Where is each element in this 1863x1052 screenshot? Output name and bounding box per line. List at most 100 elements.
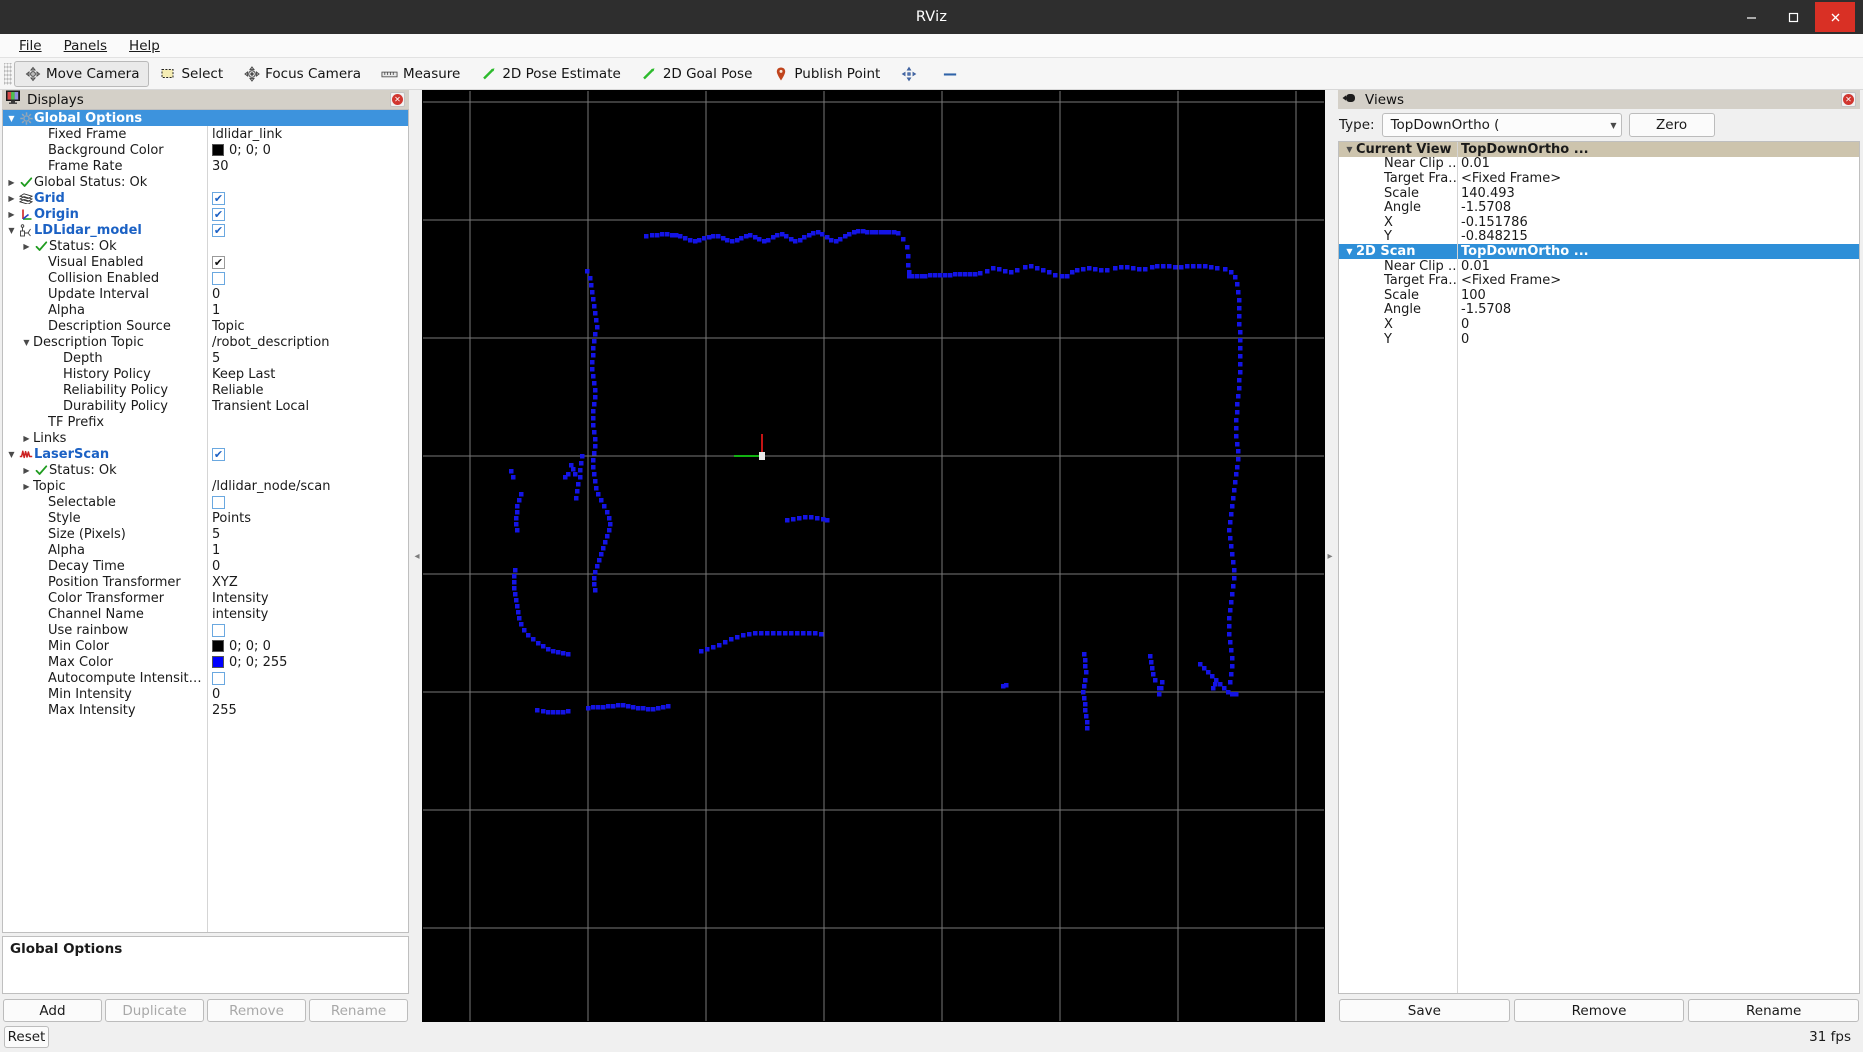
display-row[interactable]: Color Transformer Intensity xyxy=(3,590,408,606)
toolbar-drag-handle[interactable] xyxy=(4,62,12,85)
display-row-value[interactable]: /ldlidar_node/scan xyxy=(212,479,330,494)
display-row[interactable]: Decay Time 0 xyxy=(3,558,408,574)
tool-focus-camera[interactable]: Focus Camera xyxy=(233,61,371,87)
menu-panels[interactable]: Panels xyxy=(53,36,118,56)
display-row[interactable]: Description Source Topic xyxy=(3,318,408,334)
view-row[interactable]: X0 xyxy=(1339,317,1859,332)
display-row-value[interactable]: 255 xyxy=(212,703,237,718)
display-row[interactable]: Alpha 1 xyxy=(3,302,408,318)
display-row[interactable]: Selectable xyxy=(3,494,408,510)
display-row[interactable]: Reliability Policy Reliable xyxy=(3,382,408,398)
view-row-value[interactable]: 0 xyxy=(1457,332,1859,347)
display-row[interactable]: History Policy Keep Last xyxy=(3,366,408,382)
display-row-value[interactable]: /robot_description xyxy=(212,335,329,350)
display-row-value[interactable]: ldlidar_link xyxy=(212,127,282,142)
view-row[interactable]: Scale 140.493 xyxy=(1339,186,1859,201)
display-row[interactable]: Use rainbow xyxy=(3,622,408,638)
color-swatch[interactable] xyxy=(212,656,224,668)
view-row[interactable]: 2D Scan TopDownOrtho ... xyxy=(1339,244,1859,259)
display-row-value[interactable]: XYZ xyxy=(212,575,238,590)
view-row-value[interactable]: -1.5708 xyxy=(1457,302,1859,317)
chevron-down-icon[interactable] xyxy=(1343,247,1356,256)
display-row-value[interactable]: 0 xyxy=(212,287,220,302)
chevron-down-icon[interactable] xyxy=(5,114,18,123)
left-splitter-handle[interactable]: ◂ xyxy=(412,90,422,1022)
row-checkbox[interactable]: ✔ xyxy=(212,191,225,205)
close-button[interactable] xyxy=(1815,2,1855,32)
tool-2d-pose-estimate[interactable]: 2D Pose Estimate xyxy=(470,61,630,87)
zero-button[interactable]: Zero xyxy=(1628,113,1715,137)
view-row[interactable]: Target Fra… <Fixed Frame> xyxy=(1339,171,1859,186)
view-row[interactable]: Target Fra… <Fixed Frame> xyxy=(1339,273,1859,288)
duplicate-button[interactable]: Duplicate xyxy=(105,999,204,1022)
display-row[interactable]: Max Intensity 255 xyxy=(3,702,408,718)
chevron-down-icon[interactable] xyxy=(5,226,18,235)
views-close-panel-icon[interactable]: ✕ xyxy=(1841,92,1856,107)
display-row-value[interactable]: 30 xyxy=(212,159,229,174)
view-row[interactable]: Current View TopDownOrtho ... xyxy=(1339,142,1859,157)
chevron-right-icon[interactable] xyxy=(5,210,18,219)
display-row-value[interactable]: intensity xyxy=(212,607,268,622)
display-row[interactable]: Global Status: Ok xyxy=(3,174,408,190)
right-splitter-handle[interactable]: ▸ xyxy=(1325,90,1335,1022)
view-row-value[interactable]: <Fixed Frame> xyxy=(1457,273,1859,288)
display-row[interactable]: Update Interval 0 xyxy=(3,286,408,302)
display-row-value[interactable]: 1 xyxy=(212,303,220,318)
view-row[interactable]: Angle -1.5708 xyxy=(1339,302,1859,317)
view-row-value[interactable]: 100 xyxy=(1457,288,1859,303)
view-row-value[interactable]: 0.01 xyxy=(1457,259,1859,274)
row-checkbox[interactable] xyxy=(212,271,225,285)
display-row-value[interactable]: Topic xyxy=(212,319,245,334)
tool-publish-point[interactable]: Publish Point xyxy=(762,61,890,87)
view-row-value[interactable]: -0.848215 xyxy=(1457,229,1859,244)
display-row[interactable]: Background Color 0; 0; 0 xyxy=(3,142,408,158)
display-row[interactable]: Size (Pixels) 5 xyxy=(3,526,408,542)
view-row-value[interactable]: 0.01 xyxy=(1457,156,1859,171)
tool-nav-plus[interactable] xyxy=(890,61,932,87)
display-row[interactable]: Collision Enabled xyxy=(3,270,408,286)
row-checkbox[interactable]: ✔ xyxy=(212,207,225,221)
display-row[interactable]: Description Topic/robot_description xyxy=(3,334,408,350)
display-row-value[interactable]: Transient Local xyxy=(212,399,309,414)
displays-tree[interactable]: Global OptionsFixed Frameldlidar_linkBac… xyxy=(2,109,409,933)
maximize-button[interactable] xyxy=(1773,2,1813,32)
chevron-down-icon[interactable] xyxy=(5,450,18,459)
row-checkbox[interactable]: ✔ xyxy=(212,447,225,461)
chevron-down-icon[interactable] xyxy=(1343,145,1356,154)
display-row-value[interactable]: Points xyxy=(212,511,251,526)
display-row-value[interactable]: Keep Last xyxy=(212,367,275,382)
minimize-button[interactable] xyxy=(1731,2,1771,32)
display-row[interactable]: Autocompute Intensity Bo… xyxy=(3,670,408,686)
rename-button[interactable]: Rename xyxy=(309,999,408,1022)
chevron-right-icon[interactable] xyxy=(5,194,18,203)
display-row[interactable]: Position Transformer XYZ xyxy=(3,574,408,590)
view-row[interactable]: Angle -1.5708 xyxy=(1339,200,1859,215)
display-row[interactable]: TF Prefix xyxy=(3,414,408,430)
display-row[interactable]: Depth 5 xyxy=(3,350,408,366)
display-row[interactable]: Status: Ok xyxy=(3,238,408,254)
view-row[interactable]: Scale 100 xyxy=(1339,288,1859,303)
add-button[interactable]: Add xyxy=(3,999,102,1022)
display-row[interactable]: LaserScan ✔ xyxy=(3,446,408,462)
render-view-3d[interactable] xyxy=(422,90,1325,1022)
chevron-right-icon[interactable] xyxy=(20,482,33,491)
display-row[interactable]: Frame Rate 30 xyxy=(3,158,408,174)
view-type-select[interactable]: TopDownOrtho ( ▼ xyxy=(1381,113,1622,137)
close-panel-icon[interactable]: ✕ xyxy=(390,92,405,107)
rename-view-button[interactable]: Rename xyxy=(1688,999,1860,1022)
display-row[interactable]: Grid ✔ xyxy=(3,190,408,206)
row-checkbox[interactable] xyxy=(212,495,225,509)
tool-measure[interactable]: Measure xyxy=(371,61,470,87)
view-row-value[interactable]: 0 xyxy=(1457,317,1859,332)
chevron-right-icon[interactable] xyxy=(20,434,33,443)
display-row[interactable]: Durability Policy Transient Local xyxy=(3,398,408,414)
chevron-right-icon[interactable] xyxy=(5,178,18,187)
display-row[interactable]: Min Intensity 0 xyxy=(3,686,408,702)
views-tree[interactable]: Current ViewTopDownOrtho ...Near Clip …0… xyxy=(1338,141,1860,994)
row-checkbox[interactable]: ✔ xyxy=(212,255,225,269)
remove-view-button[interactable]: Remove xyxy=(1513,999,1685,1022)
color-swatch[interactable] xyxy=(212,144,224,156)
view-row[interactable]: Y -0.848215 xyxy=(1339,229,1859,244)
save-view-button[interactable]: Save xyxy=(1339,999,1510,1022)
display-row[interactable]: Visual Enabled ✔ xyxy=(3,254,408,270)
